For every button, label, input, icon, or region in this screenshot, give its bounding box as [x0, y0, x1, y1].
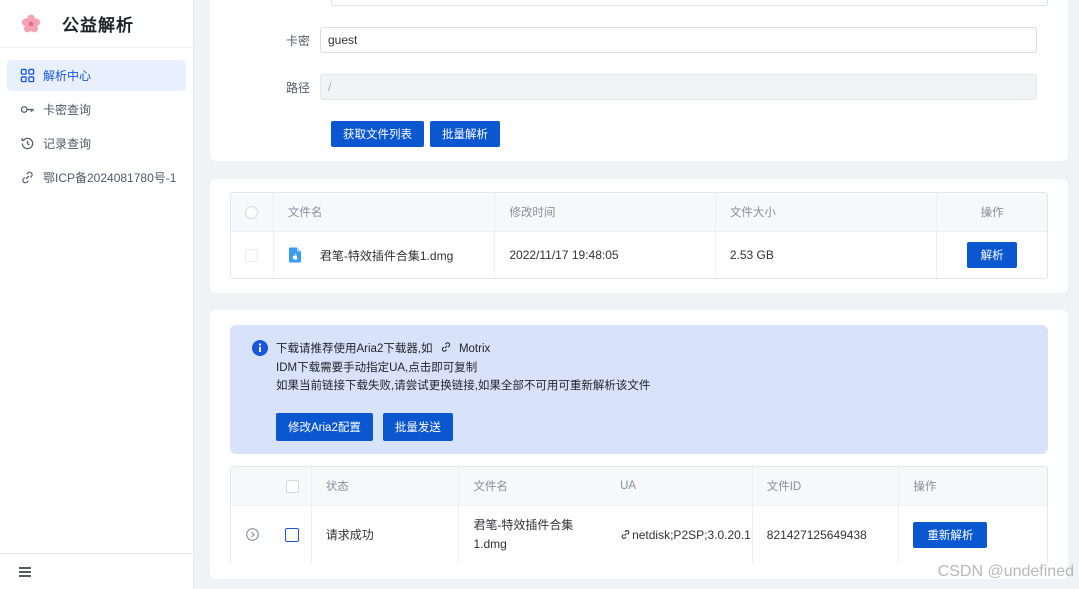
header-modified: 修改时间 [495, 193, 716, 231]
action-cell: 重新解析 [899, 506, 1047, 563]
result-table: 状态 文件名 UA 文件ID 操作 请求成功 君笔-特效插件合集 1.dmg n… [230, 466, 1048, 563]
link-icon [621, 530, 630, 539]
header-status: 状态 [312, 467, 460, 505]
download-notice: 下载请推荐使用Aria2下载器,如 Motrix IDM下载需要手动指定UA,点… [230, 325, 1048, 454]
notice-line-1: 下载请推荐使用Aria2下载器,如 Motrix [276, 340, 650, 359]
path-label: 路径 [285, 80, 310, 95]
sidebar-item-icp[interactable]: 鄂ICP备2024081780号-1 [7, 162, 186, 193]
sidebar-footer [0, 553, 193, 589]
form-actions: 获取文件列表 批量解析 [331, 121, 500, 147]
notice-line-2: IDM下载需要手动指定UA,点击即可复制 [276, 361, 478, 374]
edit-aria2-config-button[interactable]: 修改Aria2配置 [276, 413, 373, 441]
result-table-header: 状态 文件名 UA 文件ID 操作 [231, 467, 1047, 506]
row-checkbox[interactable] [285, 527, 300, 542]
sidebar-item-label: 解析中心 [43, 69, 92, 83]
sidebar-item-label: 卡密查询 [43, 103, 92, 117]
batch-parse-button[interactable]: 批量解析 [430, 121, 500, 147]
path-row: 路径 / [210, 74, 1037, 100]
sidebar-nav: 解析中心 卡密查询 记录查询 鄂ICP备2024081780号-1 [0, 48, 193, 193]
parse-button[interactable]: 解析 [967, 242, 1018, 268]
ua-cell[interactable]: netdisk;P2SP;3.0.20.1 [606, 506, 753, 563]
select-all-checkbox[interactable] [285, 479, 299, 493]
filename-cell: 君笔-特效插件合集1.dmg [274, 232, 496, 278]
motrix-link[interactable]: Motrix [459, 343, 490, 355]
select-all-cell [274, 467, 312, 505]
header-ua: UA [606, 467, 753, 505]
header-filename: 文件名 [274, 193, 496, 231]
card-key-label: 卡密 [285, 33, 310, 48]
row-checkbox[interactable] [245, 248, 259, 262]
result-card: 下载请推荐使用Aria2下载器,如 Motrix IDM下载需要手动指定UA,点… [210, 310, 1068, 579]
file-table: 文件名 修改时间 文件大小 操作 君笔-特效插件合集1.dmg 2022/11/… [230, 192, 1048, 279]
card-key-input[interactable]: guest [320, 27, 1037, 53]
header-action: 操作 [913, 481, 937, 493]
file-id-cell: 821427125649438 [753, 506, 900, 563]
filename-text: 君笔-特效插件合集1.dmg [319, 248, 454, 263]
reparse-button[interactable]: 重新解析 [913, 521, 988, 548]
file-list-card: 文件名 修改时间 文件大小 操作 君笔-特效插件合集1.dmg 2022/11/… [210, 179, 1068, 293]
parse-form-card: 卡密 guest 路径 / 获取文件列表 批量解析 [210, 0, 1068, 161]
notice-actions: 修改Aria2配置 批量发送 [276, 413, 453, 441]
header-file-id: 文件ID [753, 467, 900, 505]
action-cell: 解析 [937, 232, 1047, 278]
expand-cell [231, 506, 274, 563]
filename-line-1: 君笔-特效插件合集 [473, 517, 574, 532]
chevron-right-icon[interactable] [246, 528, 259, 541]
sidebar-item-record-query[interactable]: 记录查询 [7, 128, 186, 159]
menu-icon[interactable] [18, 565, 32, 579]
link-icon [19, 170, 35, 186]
link-icon [441, 342, 450, 352]
filename-line-2: 1.dmg [473, 536, 507, 551]
select-all-checkbox[interactable] [245, 205, 259, 219]
path-input: / [320, 74, 1037, 100]
table-row: 请求成功 君笔-特效插件合集 1.dmg netdisk;P2SP;3.0.20… [231, 506, 1047, 563]
notice-line-3: 如果当前链接下载失败,请尝试更换链接,如果全部不可用可重新解析该文件 [276, 380, 651, 392]
info-icon [252, 340, 268, 356]
apple-file-icon [288, 247, 301, 263]
brand: 公益解析 [0, 0, 193, 48]
table-row: 君笔-特效插件合集1.dmg 2022/11/17 19:48:05 2.53 … [231, 232, 1047, 278]
sidebar: 公益解析 解析中心 卡密查询 记录查询 鄂ICP备2024081780号-1 [0, 0, 194, 589]
status-cell: 请求成功 [312, 506, 460, 563]
key-icon [19, 102, 35, 118]
get-file-list-button[interactable]: 获取文件列表 [331, 121, 424, 147]
sidebar-item-label: 鄂ICP备2024081780号-1 [43, 171, 177, 185]
ua-text: netdisk;P2SP;3.0.20.1 [632, 527, 751, 542]
grid-icon [19, 68, 35, 84]
watermark: CSDN @undefined [937, 563, 1074, 580]
expand-header-cell [231, 467, 274, 505]
row-select-cell [231, 232, 274, 278]
app-title: 公益解析 [62, 16, 134, 35]
link-input-partial[interactable] [331, 0, 1048, 6]
sidebar-item-card-query[interactable]: 卡密查询 [7, 94, 186, 125]
row-select-cell [274, 506, 312, 563]
file-table-header: 文件名 修改时间 文件大小 操作 [231, 193, 1047, 232]
header-filename: 文件名 [473, 481, 508, 493]
sidebar-item-parse-center[interactable]: 解析中心 [7, 60, 186, 91]
sidebar-item-label: 记录查询 [43, 137, 92, 151]
select-all-cell [231, 193, 274, 231]
history-icon [19, 136, 35, 152]
batch-send-button[interactable]: 批量发送 [382, 413, 453, 441]
modified-cell: 2022/11/17 19:48:05 [495, 232, 716, 278]
flower-logo-icon [21, 14, 41, 32]
card-key-row: 卡密 guest [210, 27, 1037, 53]
notice-line-1-prefix: 下载请推荐使用Aria2下载器,如 [276, 343, 433, 355]
header-action: 操作 [980, 207, 1004, 219]
filename-cell: 君笔-特效插件合集 1.dmg [459, 506, 606, 563]
header-size: 文件大小 [716, 193, 938, 231]
notice-text: 下载请推荐使用Aria2下载器,如 Motrix IDM下载需要手动指定UA,点… [276, 340, 650, 396]
size-cell: 2.53 GB [716, 232, 938, 278]
